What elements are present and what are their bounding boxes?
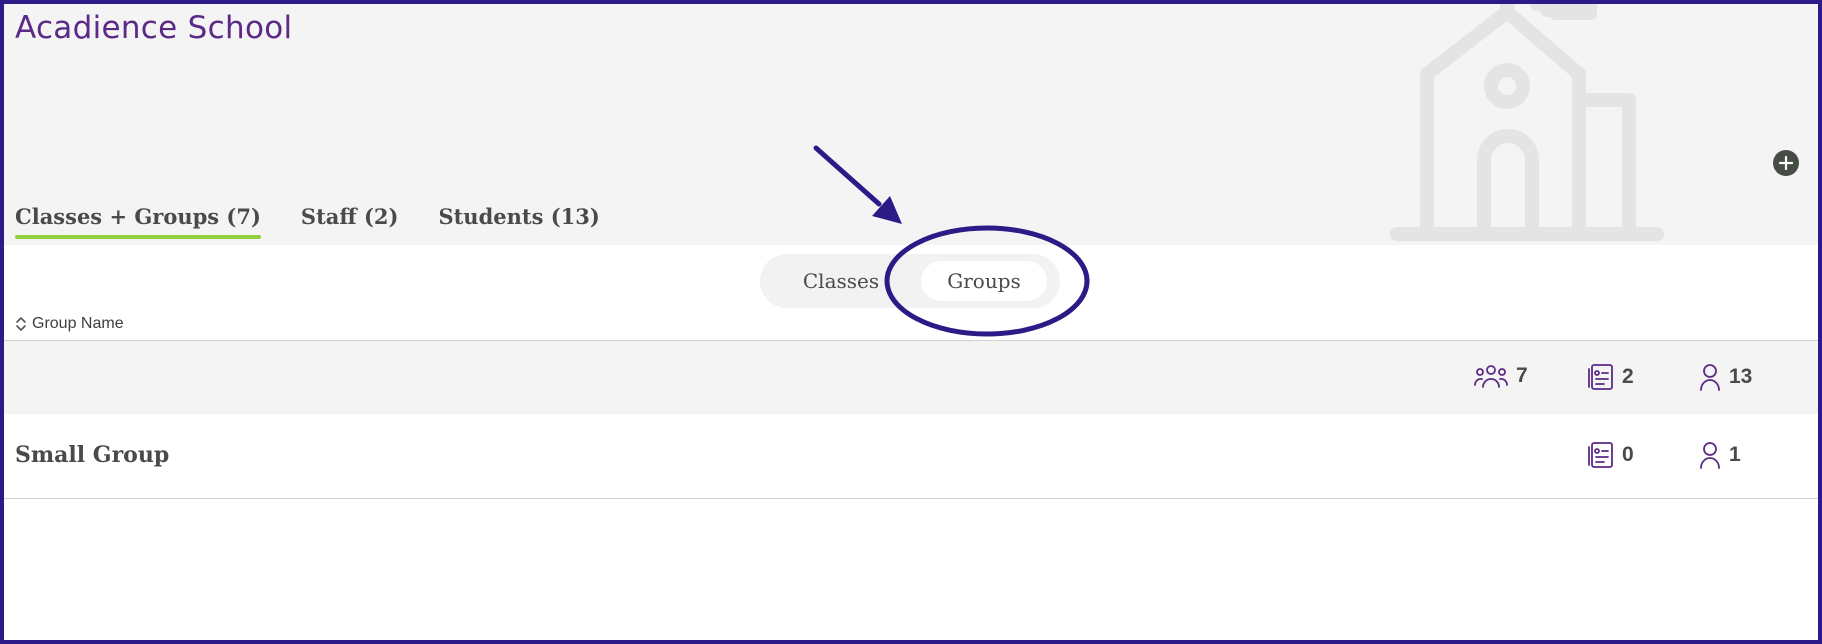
school-header: Acadience School Classes + Groups (7) St… [4, 4, 1818, 245]
classes-groups-toggle: Classes Groups [760, 254, 1060, 308]
toggle-classes[interactable]: Classes [782, 261, 900, 301]
clipboard-list-icon [1588, 442, 1613, 468]
plus-circle-icon [1779, 156, 1793, 170]
toggle-groups[interactable]: Groups [921, 261, 1047, 301]
tab-staff[interactable]: Staff (2) [301, 204, 399, 237]
sort-updown-icon [16, 317, 26, 331]
app-window: Acadience School Classes + Groups (7) St… [0, 0, 1822, 644]
students-count-stat: 13 [1699, 363, 1752, 391]
table-row[interactable]: Small Group 0 1 [4, 414, 1818, 498]
students-count: 13 [1729, 365, 1753, 388]
row-students-count: 1 [1729, 443, 1741, 466]
assessments-count-stat: 2 [1588, 363, 1634, 391]
tab-students[interactable]: Students (13) [438, 204, 599, 237]
row-assessments-stat: 0 [1588, 441, 1634, 469]
add-button[interactable] [1773, 150, 1799, 176]
tab-classes-groups[interactable]: Classes + Groups (7) [15, 204, 261, 239]
row-assessments-count: 0 [1622, 443, 1634, 466]
row-students-stat: 1 [1699, 441, 1741, 469]
group-name: Small Group [15, 442, 170, 468]
clipboard-list-icon [1588, 364, 1613, 390]
people-group-icon [1474, 365, 1508, 388]
main-tabs: Classes + Groups (7) Staff (2) Students … [15, 204, 600, 239]
assessments-count: 2 [1622, 365, 1634, 388]
groups-count-stat: 7 [1474, 363, 1528, 389]
row-divider [4, 498, 1818, 499]
school-building-icon [1390, 4, 1664, 241]
person-icon [1700, 442, 1720, 469]
person-icon [1700, 364, 1720, 391]
summary-row: 7 2 13 [4, 341, 1818, 414]
group-name-sort-header[interactable]: Group Name [15, 315, 124, 333]
groups-count: 7 [1516, 364, 1528, 387]
sort-column-label: Group Name [32, 315, 124, 332]
school-title: Acadience School [15, 10, 293, 46]
